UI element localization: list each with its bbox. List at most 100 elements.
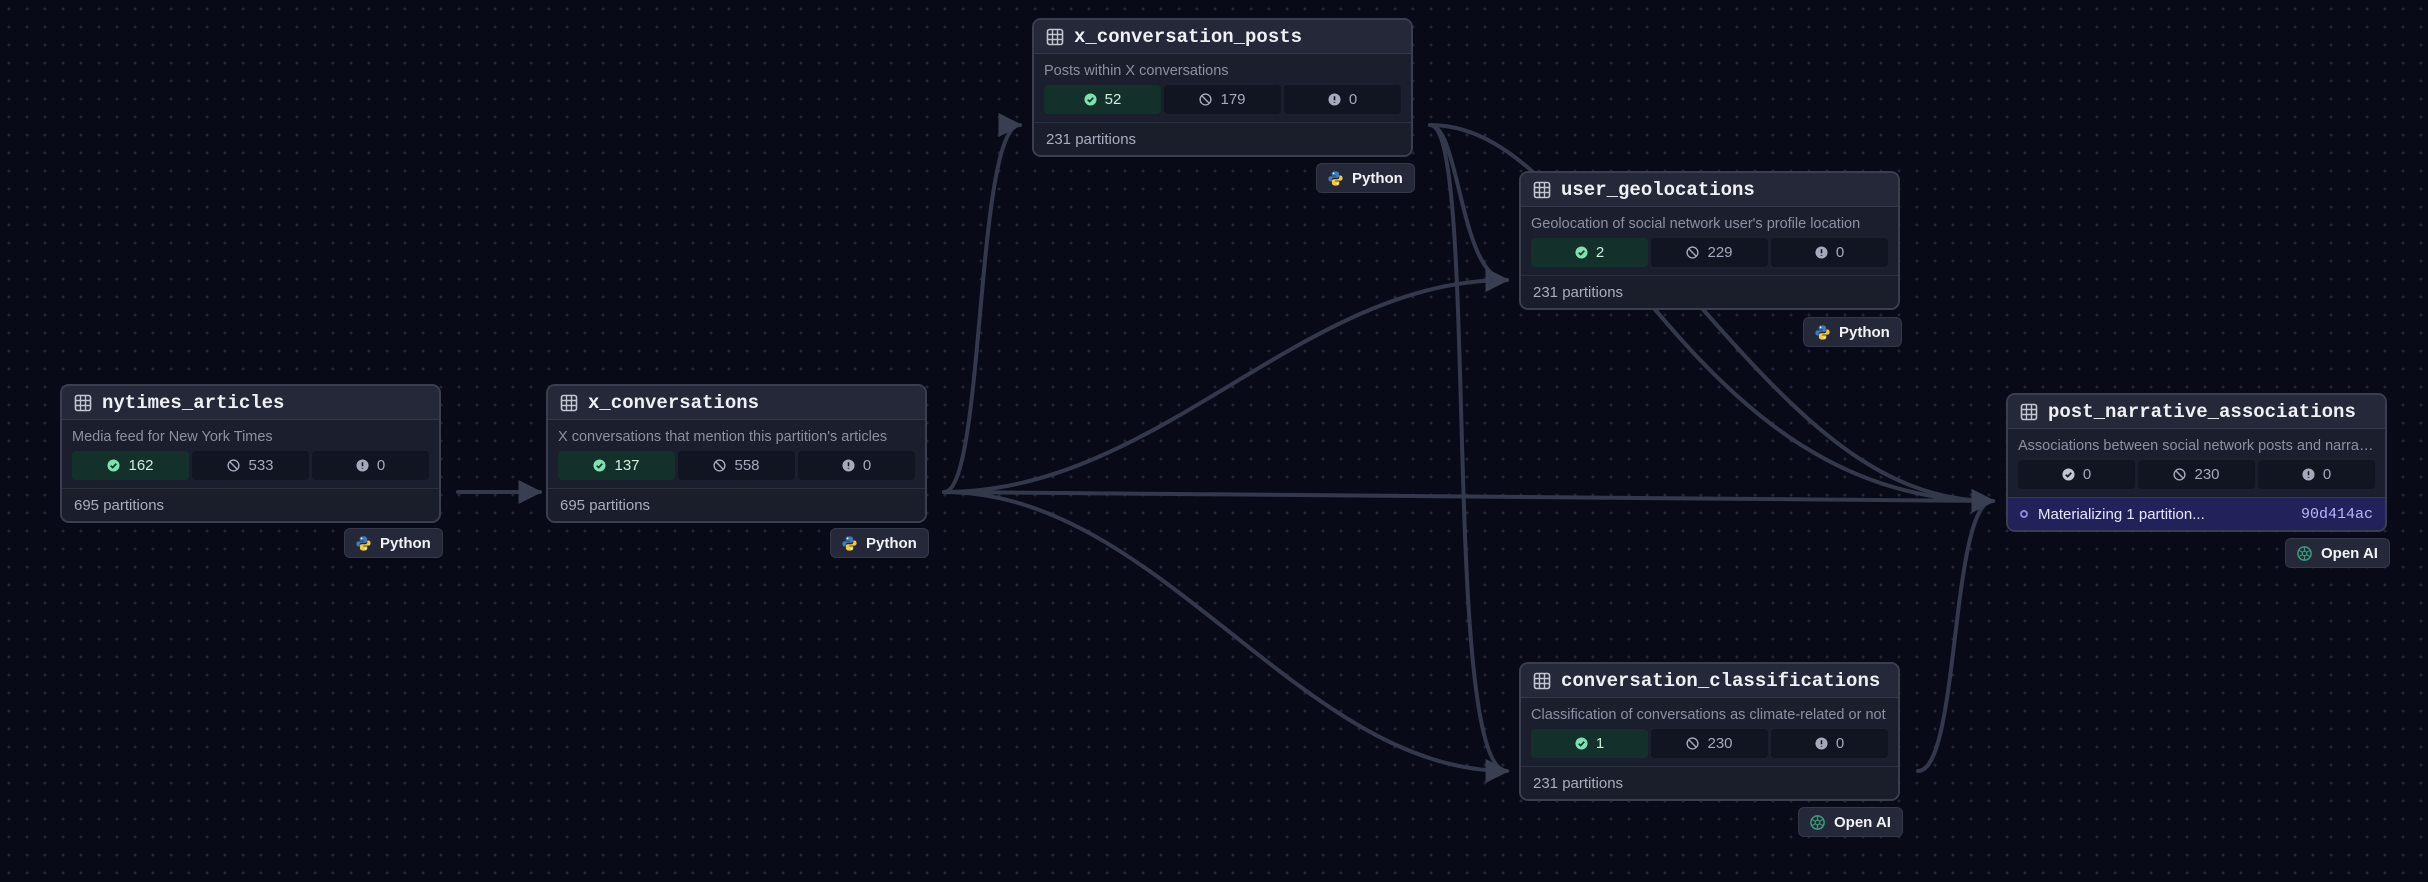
status-count: 137: [614, 457, 640, 474]
asset-name[interactable]: post_narrative_associations: [2048, 401, 2356, 423]
asset-name[interactable]: x_conversations: [588, 392, 759, 414]
check-circle-icon: [2062, 468, 2075, 481]
info-circle-icon: [356, 459, 369, 472]
spinner-icon: [2020, 510, 2028, 518]
run-status-label: Materializing 1 partition...: [2038, 505, 2205, 523]
compute-kind-label: Open AI: [1834, 813, 1891, 831]
python-icon: [1815, 324, 1830, 340]
status-failed[interactable]: 0: [1284, 85, 1401, 114]
table-icon: [1533, 672, 1551, 689]
asset-node-x-conversation-posts[interactable]: x_conversation_posts Posts within X conv…: [1032, 18, 1413, 157]
openai-icon: [1810, 814, 1825, 830]
status-materialized[interactable]: 162: [72, 451, 189, 480]
status-missing[interactable]: 179: [1164, 85, 1281, 114]
python-icon: [356, 535, 371, 551]
info-circle-icon: [1815, 737, 1828, 750]
asset-node-conversation-classifications[interactable]: conversation_classifications Classificat…: [1519, 662, 1900, 801]
edge-x-conversations-to-post-narrative: [942, 488, 1996, 513]
partition-count: 231 partitions: [1521, 766, 1898, 799]
missing-circle-icon: [227, 459, 241, 472]
missing-circle-icon: [2173, 468, 2187, 481]
status-count: 179: [1220, 91, 1246, 108]
asset-name[interactable]: x_conversation_posts: [1074, 26, 1302, 48]
compute-kind-label: Python: [866, 534, 917, 552]
asset-description: Classification of conversations as clima…: [1531, 707, 1886, 723]
status-count: 52: [1104, 91, 1122, 108]
edge-x-conversation-posts-to-user-geolocations: [1428, 123, 1510, 292]
status-failed[interactable]: 0: [1771, 238, 1888, 267]
status-missing[interactable]: 229: [1651, 238, 1768, 267]
asset-node-post-narrative-associations[interactable]: post_narrative_associations Associations…: [2006, 393, 2387, 532]
status-materialized[interactable]: 0: [2018, 460, 2135, 489]
compute-kind-tag: Open AI: [1798, 807, 1903, 837]
status-materialized[interactable]: 2: [1531, 238, 1648, 267]
openai-icon: [2297, 545, 2312, 561]
status-failed[interactable]: 0: [1771, 729, 1888, 758]
asset-node-header: post_narrative_associations: [2008, 395, 2385, 429]
partition-count: 695 partitions: [62, 488, 439, 521]
missing-circle-icon: [1686, 246, 1700, 259]
info-circle-icon: [842, 459, 855, 472]
partition-status-bar: 137 558 0: [558, 451, 915, 480]
missing-circle-icon: [713, 459, 727, 472]
edge-x-conversations-to-user-geolocations: [942, 268, 1510, 494]
python-icon: [1328, 170, 1343, 186]
asset-node-nytimes-articles[interactable]: nytimes_articles Media feed for New York…: [60, 384, 441, 523]
table-icon: [2020, 403, 2038, 420]
missing-circle-icon: [1199, 93, 1213, 106]
asset-node-user-geolocations[interactable]: user_geolocations Geolocation of social …: [1519, 171, 1900, 310]
status-count: 229: [1707, 244, 1733, 261]
status-count: 0: [376, 457, 386, 474]
status-count: 230: [1707, 735, 1733, 752]
status-failed[interactable]: 0: [798, 451, 915, 480]
asset-name[interactable]: conversation_classifications: [1561, 670, 1880, 692]
compute-kind-label: Python: [1352, 169, 1403, 187]
edge-x-conversations-to-x-conversation-posts: [942, 113, 1023, 494]
run-id-link[interactable]: 90d414ac: [2301, 506, 2373, 523]
table-icon: [1046, 28, 1064, 45]
status-missing[interactable]: 230: [1651, 729, 1768, 758]
status-count: 1: [1595, 735, 1605, 752]
status-count: 558: [734, 457, 760, 474]
table-icon: [560, 394, 578, 411]
asset-node-header: x_conversations: [548, 386, 925, 420]
asset-description: Geolocation of social network user's pro…: [1531, 216, 1861, 232]
table-icon: [1533, 181, 1551, 198]
status-count: 0: [862, 457, 872, 474]
asset-node-x-conversations[interactable]: x_conversations X conversations that men…: [546, 384, 927, 523]
python-icon: [842, 535, 857, 551]
status-failed[interactable]: 0: [2258, 460, 2375, 489]
status-materialized[interactable]: 1: [1531, 729, 1648, 758]
asset-description: Associations between social network post…: [2018, 438, 2375, 454]
status-failed[interactable]: 0: [312, 451, 429, 480]
edge-conversation-classifications-to-post-narrative: [1916, 489, 1996, 773]
status-missing[interactable]: 558: [678, 451, 795, 480]
status-count: 0: [1835, 244, 1845, 261]
status-count: 0: [2082, 466, 2092, 483]
check-circle-icon: [593, 459, 607, 472]
status-missing[interactable]: 230: [2138, 460, 2255, 489]
status-materialized[interactable]: 52: [1044, 85, 1161, 114]
asset-node-header: nytimes_articles: [62, 386, 439, 420]
asset-name[interactable]: nytimes_articles: [102, 392, 284, 414]
asset-node-header: conversation_classifications: [1521, 664, 1898, 698]
run-status-bar[interactable]: Materializing 1 partition... 90d414ac: [2008, 497, 2385, 530]
status-missing[interactable]: 533: [192, 451, 309, 480]
asset-name[interactable]: user_geolocations: [1561, 179, 1755, 201]
partition-status-bar: 2 229 0: [1531, 238, 1888, 267]
info-circle-icon: [1328, 93, 1341, 106]
asset-description: Posts within X conversations: [1044, 63, 1229, 79]
info-circle-icon: [2302, 468, 2315, 481]
partition-status-bar: 52 179 0: [1044, 85, 1401, 114]
status-materialized[interactable]: 137: [558, 451, 675, 480]
asset-description: X conversations that mention this partit…: [558, 429, 888, 445]
edge-x-conversations-to-conversation-classifications: [942, 490, 1510, 783]
compute-kind-tag: Python: [344, 528, 443, 558]
partition-status-bar: 162 533 0: [72, 451, 429, 480]
info-circle-icon: [1815, 246, 1828, 259]
check-circle-icon: [107, 459, 121, 472]
partition-count: 231 partitions: [1034, 122, 1411, 155]
check-circle-icon: [1575, 246, 1588, 259]
check-circle-icon: [1575, 737, 1588, 750]
asset-node-header: user_geolocations: [1521, 173, 1898, 207]
